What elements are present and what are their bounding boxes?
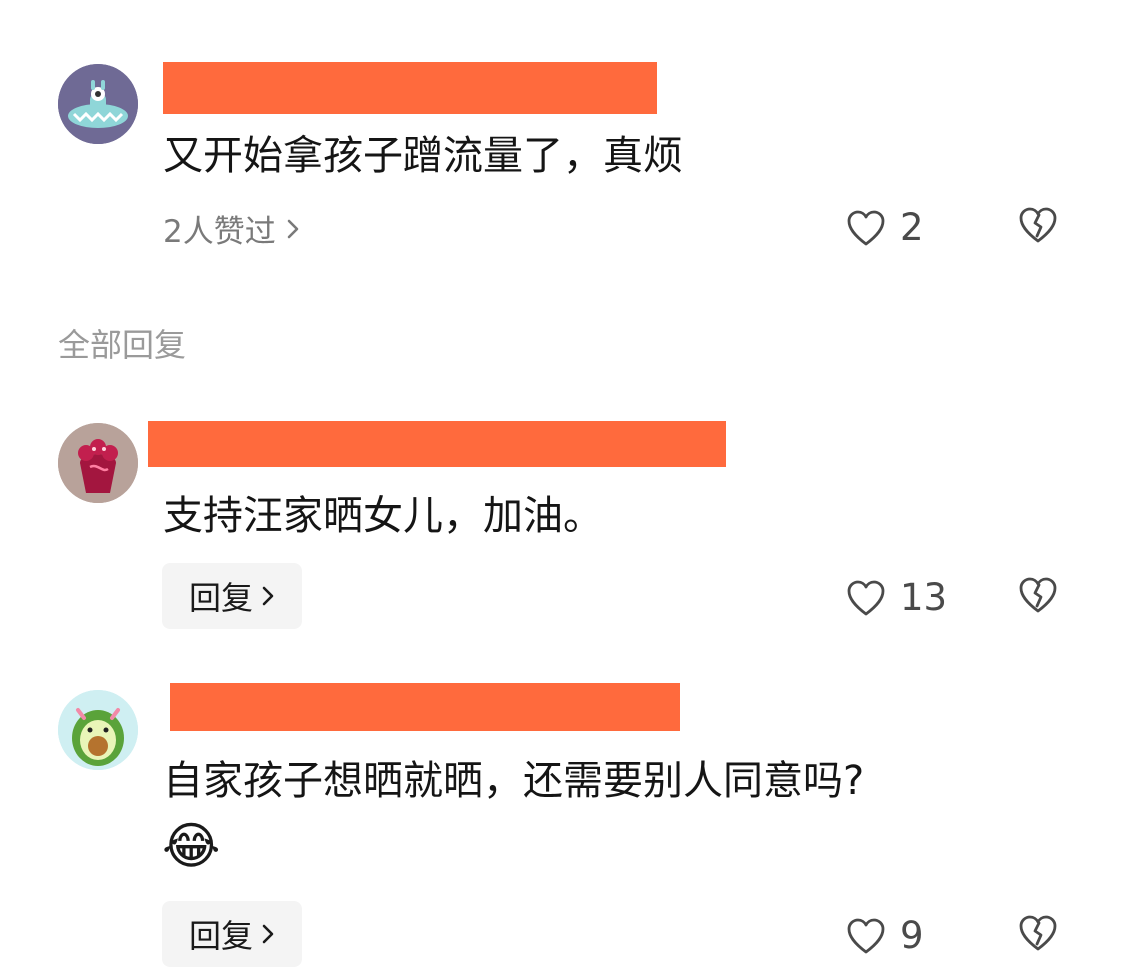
broken-heart-icon — [1019, 915, 1057, 951]
reply-button[interactable]: 回复 — [162, 901, 302, 967]
berry-avatar-icon — [58, 423, 138, 503]
heart-outline-icon — [847, 918, 885, 953]
redacted-username — [163, 62, 657, 114]
broken-heart-icon — [1019, 577, 1057, 613]
reply-label: 回复 — [188, 917, 253, 955]
laughing-emoji: 😂 — [162, 817, 221, 875]
avocado-avatar-icon — [58, 690, 138, 770]
avatar[interactable] — [58, 423, 138, 503]
dislike-button[interactable] — [1018, 206, 1058, 244]
avatar[interactable] — [58, 690, 138, 770]
reply-button[interactable]: 回复 — [162, 563, 302, 629]
heart-outline-icon — [847, 580, 885, 615]
likes-summary-link[interactable]: 2人赞过 — [163, 206, 300, 251]
like-count: 13 — [900, 576, 948, 619]
avatar[interactable] — [58, 64, 138, 144]
comment-text: 又开始拿孩子蹭流量了，真烦 — [163, 133, 683, 179]
comment-text: 支持汪家晒女儿，加油。 — [163, 493, 603, 539]
dislike-button[interactable] — [1018, 576, 1058, 614]
like-button[interactable]: 2 — [846, 206, 924, 249]
redacted-username — [170, 683, 680, 731]
like-button[interactable]: 13 — [846, 576, 947, 619]
heart-outline-icon — [847, 210, 885, 245]
redacted-username — [148, 421, 726, 467]
like-count: 2 — [900, 206, 924, 249]
likes-summary-label: 2人赞过 — [163, 214, 276, 250]
chevron-right-icon — [262, 586, 274, 606]
monster-avatar-icon — [58, 64, 138, 144]
like-count: 9 — [900, 914, 924, 957]
dislike-button[interactable] — [1018, 914, 1058, 952]
chevron-right-icon — [262, 924, 274, 944]
comment-text: 自家孩子想晒就晒，还需要别人同意吗? — [163, 758, 865, 804]
like-button[interactable]: 9 — [846, 914, 924, 957]
broken-heart-icon — [1019, 207, 1057, 243]
chevron-right-icon — [287, 219, 299, 238]
all-replies-label: 全部回复 — [58, 326, 187, 364]
reply-label: 回复 — [188, 579, 253, 617]
